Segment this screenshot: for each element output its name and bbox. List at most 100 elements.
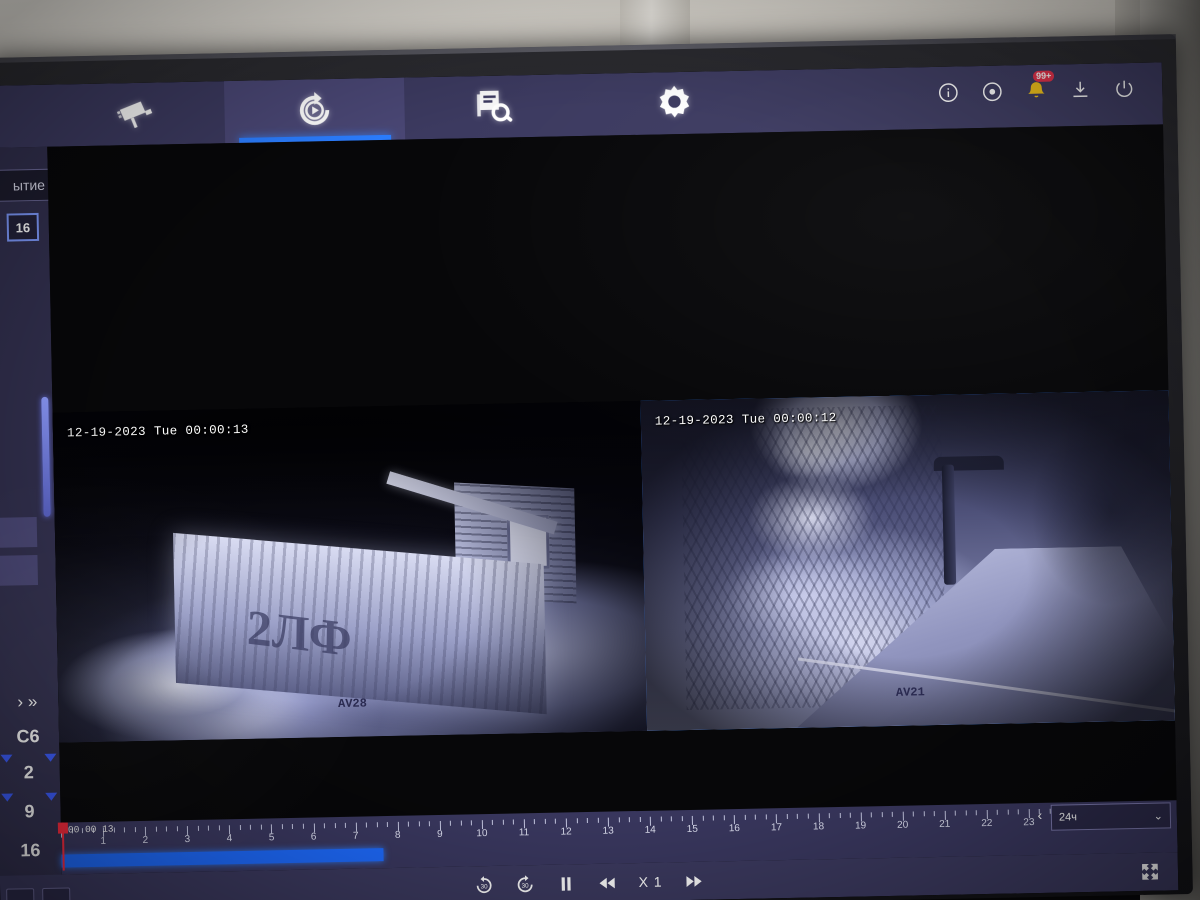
video-cell-ch2[interactable]: 12-19-2023 Tue 00:00:12 AV21	[640, 390, 1175, 731]
marker-right-icon	[44, 753, 57, 762]
timeline-minor-tick	[797, 813, 799, 819]
timeline-minor-tick	[492, 819, 494, 825]
timeline-minor-tick	[923, 811, 925, 817]
timeline-minor-tick	[166, 826, 168, 832]
calendar-day[interactable]: 16	[0, 831, 62, 871]
timeline-hour-label: 4	[226, 833, 233, 845]
timeline-hour-label: 6	[310, 831, 317, 843]
timeline-minor-tick	[639, 816, 641, 822]
timeline-minor-tick	[723, 815, 725, 821]
timeline-minor-tick	[628, 817, 631, 823]
alarm-count-badge: 99+	[1032, 70, 1055, 82]
tab-search[interactable]	[404, 74, 585, 140]
snapshot-button[interactable]	[6, 888, 35, 900]
record-status-button[interactable]	[980, 80, 1004, 104]
power-icon	[1116, 80, 1133, 97]
timeline-hour-label: 16	[728, 822, 741, 835]
timeline-minor-tick	[155, 826, 157, 832]
timeline-hour-label: 18	[812, 821, 825, 833]
monitor-screen: 99+ ытие 16 › » C6 2 9 16 12-19-2023 Tue…	[0, 62, 1179, 900]
timeline-hour-label: 13	[602, 825, 614, 837]
timeline-minor-tick	[323, 823, 325, 829]
timeline-minor-tick	[1007, 809, 1009, 815]
pause-button[interactable]	[556, 874, 575, 893]
timeline-minor-tick	[681, 816, 683, 822]
calendar-day-label: 2	[23, 762, 34, 783]
timeline-minor-tick	[955, 810, 957, 816]
pause-icon	[561, 876, 571, 891]
step-back-button[interactable]	[597, 873, 616, 892]
forward-30s-icon: 30	[517, 874, 533, 892]
sidebar-scrollbar[interactable]	[41, 396, 51, 517]
timeline-hour-label: 7	[352, 830, 359, 842]
video-cell-ch1[interactable]: 2ЛФ 12-19-2023 Tue 00:00:13 AV28	[52, 400, 648, 743]
tab-playback[interactable]	[223, 77, 406, 144]
power-button[interactable]	[1112, 77, 1136, 101]
timeline-minor-tick	[260, 824, 262, 830]
calendar-day[interactable]: 2	[0, 753, 60, 793]
calendar-day[interactable]: 9	[0, 792, 61, 832]
timeline-minor-tick	[365, 822, 368, 828]
tab-live-view[interactable]	[44, 81, 225, 147]
timeline-hour-label: 11	[518, 827, 530, 839]
timeline-minor-tick	[334, 823, 336, 829]
fullscreen-icon	[1142, 863, 1158, 880]
fullscreen-button[interactable]	[1140, 862, 1160, 882]
tab-settings[interactable]	[584, 70, 765, 136]
timeline-prev-button[interactable]: ‹	[1037, 807, 1042, 823]
chevron-down-icon: ⌄	[1153, 809, 1164, 823]
video-row: 2ЛФ 12-19-2023 Tue 00:00:13 AV28	[52, 390, 1175, 743]
gear-icon	[659, 85, 690, 118]
timeline-hour-label: 2	[142, 834, 149, 846]
timeline-hour-label: 21	[939, 818, 951, 830]
timeline-minor-tick	[250, 824, 252, 830]
alarm-button[interactable]: 99+	[1024, 70, 1055, 103]
timeline-minor-tick	[597, 817, 599, 823]
timeline-minor-tick	[702, 815, 704, 821]
timeline-hour-label: 9	[436, 828, 443, 841]
timeline-minor-tick	[386, 822, 389, 828]
timeline-minor-tick	[124, 827, 126, 833]
timeline-minor-tick	[912, 811, 915, 817]
timeline-minor-tick	[292, 823, 294, 829]
ir-night-scene-ch1: 2ЛФ	[52, 400, 648, 743]
lens-vignette	[52, 400, 648, 743]
camera-label: AV21	[895, 685, 925, 700]
download-icon	[1073, 81, 1088, 98]
forward-30s-button[interactable]: 30	[515, 874, 534, 894]
download-button[interactable]	[1068, 78, 1092, 102]
timeline-minor-tick	[839, 812, 841, 818]
timeline-minor-tick	[460, 820, 462, 826]
timeline-minor-tick	[197, 825, 199, 831]
timeline-minor-tick	[218, 825, 220, 831]
calendar-day-label: 9	[24, 801, 35, 822]
info-button[interactable]	[936, 80, 960, 104]
timeline-hour-label: 22	[981, 817, 993, 830]
fast-forward-icon	[686, 875, 702, 887]
playback-speed-label[interactable]: X 1	[638, 874, 662, 890]
calendar-strip: C6 2 9 16 23	[0, 722, 63, 900]
timeline-hour-label: 23	[1023, 817, 1035, 829]
channel-count-button[interactable]: 16	[6, 212, 40, 242]
timeline-minor-tick	[881, 812, 883, 818]
timeline-hour-label: 15	[686, 823, 698, 836]
svg-text:30: 30	[522, 882, 530, 889]
timeline-minor-tick	[176, 826, 178, 832]
playback-replay-icon	[299, 92, 330, 125]
timeline-hour-label: 3	[184, 834, 191, 846]
lens-vignette	[640, 390, 1175, 731]
marker-left-icon	[0, 754, 13, 763]
timeline-minor-tick	[891, 811, 893, 817]
rewind-30s-button[interactable]: 30	[474, 875, 493, 894]
sidebar-chip-2[interactable]	[0, 555, 39, 586]
timeline-minor-tick	[450, 820, 452, 826]
camera-label: AV28	[337, 696, 368, 712]
sidebar-chip-1[interactable]	[0, 517, 38, 548]
step-forward-button[interactable]	[684, 871, 703, 890]
bell-icon	[1028, 82, 1045, 98]
sidebar-nav-arrows[interactable]: › »	[0, 692, 59, 713]
timeline-minor-tick	[976, 810, 978, 816]
clip-button[interactable]	[42, 887, 71, 900]
timeline-range-dropdown[interactable]: 24ч ⌄	[1050, 802, 1172, 831]
timeline-range-value: 24ч	[1058, 811, 1077, 824]
